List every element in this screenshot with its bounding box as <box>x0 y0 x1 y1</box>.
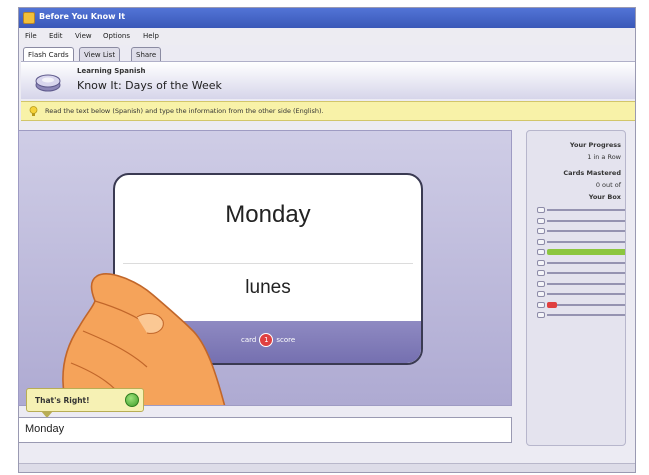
cards-mastered-heading: Cards Mastered <box>563 169 621 177</box>
deck-subtitle: Learning Spanish <box>77 67 146 75</box>
row-marker-icon <box>537 291 545 297</box>
row-marker-icon <box>537 270 545 276</box>
progress-row <box>537 249 625 255</box>
study-area: Monday lunes card 1 score <box>18 130 512 406</box>
progress-row <box>537 270 625 276</box>
row-track <box>547 209 625 211</box>
feedback-text: That's Right! <box>35 396 90 405</box>
row-track <box>547 230 625 232</box>
answer-input[interactable]: Monday <box>18 417 512 443</box>
row-track <box>547 261 625 264</box>
menu-view[interactable]: View <box>75 32 92 40</box>
progress-row <box>537 207 625 213</box>
menu-bar: File Edit View Options Help <box>19 29 635 45</box>
progress-row <box>537 259 625 266</box>
pointing-hand-icon <box>62 273 226 405</box>
instruction-text: Read the text below (Spanish) and type t… <box>45 107 324 115</box>
progress-row <box>537 280 625 287</box>
row-fill-bar <box>547 301 557 308</box>
title-bar: Before You Know It <box>19 8 635 28</box>
cards-mastered-value: 0 out of <box>595 181 621 189</box>
tab-flash-cards[interactable]: Flash Cards <box>23 47 74 62</box>
row-track <box>547 293 625 295</box>
deck-title: Know It: Days of the Week <box>77 79 222 92</box>
row-track <box>547 219 625 222</box>
feedback-bubble: That's Right! <box>26 388 144 418</box>
row-marker-icon <box>537 249 545 255</box>
menu-options[interactable]: Options <box>103 32 130 40</box>
progress-row <box>537 228 625 234</box>
row-marker-icon <box>537 301 545 308</box>
tab-share[interactable]: Share <box>131 47 162 61</box>
progress-row <box>537 312 625 318</box>
row-marker-icon <box>537 280 545 287</box>
instruction-bar: Read the text below (Spanish) and type t… <box>21 101 635 121</box>
lightbulb-icon <box>29 106 38 116</box>
correct-check-icon <box>125 393 139 407</box>
row-fill-bar <box>547 249 625 255</box>
progress-row <box>537 301 625 308</box>
row-marker-icon <box>537 228 545 234</box>
menu-help[interactable]: Help <box>143 32 159 40</box>
row-marker-icon <box>537 312 545 318</box>
progress-heading: Your Progress <box>569 141 621 149</box>
tab-view-list[interactable]: View List <box>79 47 121 61</box>
row-marker-icon <box>537 238 545 245</box>
card-deck-icon <box>35 74 61 92</box>
row-track <box>547 240 625 243</box>
row-track <box>547 272 625 274</box>
row-marker-icon <box>537 207 545 213</box>
row-track <box>547 314 625 316</box>
box-heading: Your Box <box>588 193 621 201</box>
progress-row <box>537 238 625 245</box>
status-strip <box>19 463 635 472</box>
row-marker-icon <box>537 259 545 266</box>
menu-file[interactable]: File <box>25 32 37 40</box>
row-marker-icon <box>537 217 545 224</box>
progress-row <box>537 217 625 224</box>
window-title: Before You Know It <box>39 12 126 21</box>
app-icon <box>23 12 35 24</box>
row-track <box>547 303 625 306</box>
menu-edit[interactable]: Edit <box>49 32 63 40</box>
progress-panel: Your Progress 1 in a Row Cards Mastered … <box>526 130 626 446</box>
progress-row <box>537 291 625 297</box>
row-track <box>547 282 625 285</box>
progress-streak: 1 in a Row <box>587 153 621 161</box>
deck-header: Learning Spanish Know It: Days of the We… <box>21 61 635 99</box>
